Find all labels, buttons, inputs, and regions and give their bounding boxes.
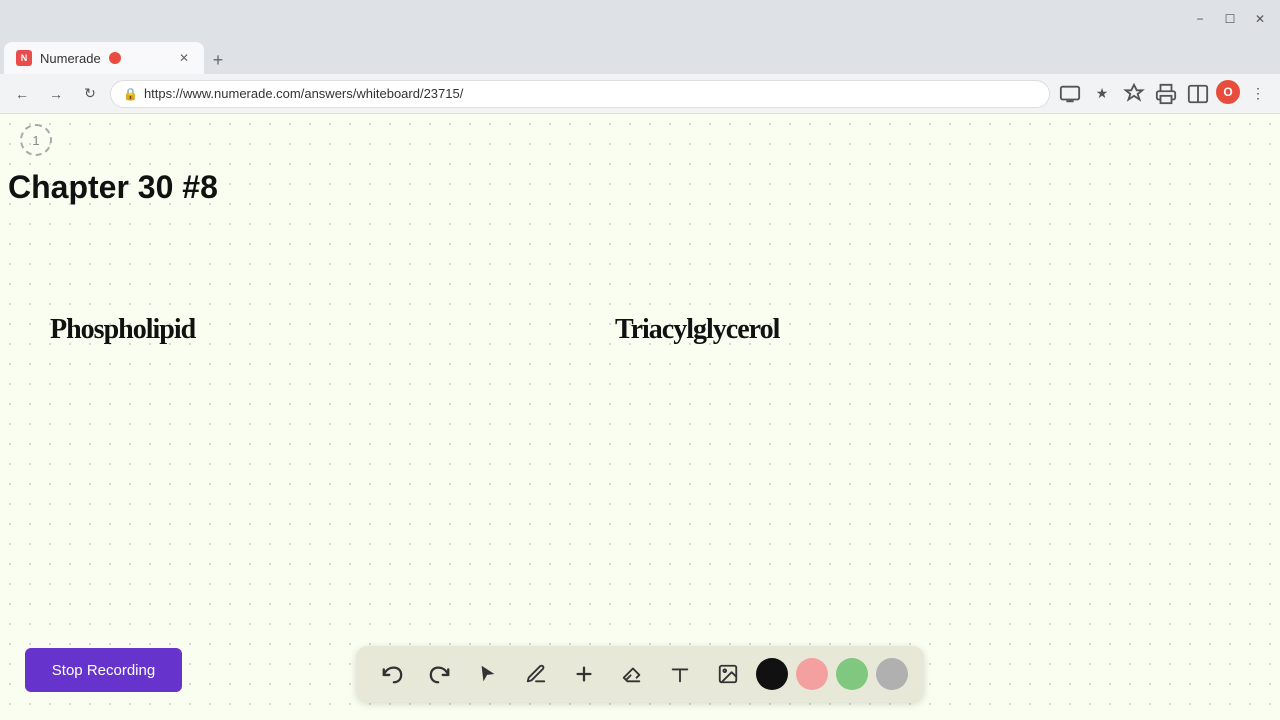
print-button[interactable]: [1152, 80, 1180, 108]
profile-button[interactable]: O: [1216, 80, 1240, 104]
color-pink-button[interactable]: [796, 658, 828, 690]
split-button[interactable]: [1184, 80, 1212, 108]
extension-button[interactable]: [1120, 80, 1148, 108]
add-button[interactable]: [564, 654, 604, 694]
forward-button[interactable]: →: [42, 80, 70, 108]
minimize-button[interactable]: −: [1188, 10, 1212, 28]
refresh-button[interactable]: ↻: [76, 80, 104, 108]
redo-button[interactable]: [420, 654, 460, 694]
nav-bar: ← → ↻ 🔒 https://www.numerade.com/answers…: [0, 74, 1280, 114]
close-button[interactable]: ✕: [1248, 10, 1272, 28]
back-button[interactable]: ←: [8, 80, 36, 108]
recording-indicator: [109, 52, 121, 64]
undo-button[interactable]: [372, 654, 412, 694]
tab-favicon: N: [16, 50, 32, 66]
address-text: https://www.numerade.com/answers/whitebo…: [144, 86, 463, 101]
bookmark-button[interactable]: ★: [1088, 80, 1116, 108]
color-green-button[interactable]: [836, 658, 868, 690]
whiteboard: 1 Chapter 30 #8 Phospholipid Triacylglyc…: [0, 114, 1280, 720]
browser-chrome: − ☐ ✕ N Numerade ✕ + ← → ↻ 🔒 https://www…: [0, 0, 1280, 114]
screen-record-button[interactable]: [1056, 80, 1084, 108]
color-black-button[interactable]: [756, 658, 788, 690]
page-number: 1: [20, 124, 52, 156]
menu-button[interactable]: ⋮: [1244, 80, 1272, 108]
chapter-title: Chapter 30 #8: [8, 169, 218, 206]
text-tool-button[interactable]: [660, 654, 700, 694]
eraser-tool-button[interactable]: [612, 654, 652, 694]
address-bar[interactable]: 🔒 https://www.numerade.com/answers/white…: [110, 80, 1050, 108]
tab-title: Numerade: [40, 51, 101, 66]
select-tool-button[interactable]: [468, 654, 508, 694]
nav-actions: ★ O ⋮: [1056, 80, 1272, 108]
stop-recording-button[interactable]: Stop Recording: [25, 648, 182, 692]
image-tool-button[interactable]: [708, 654, 748, 694]
active-tab[interactable]: N Numerade ✕: [4, 42, 204, 74]
pen-tool-button[interactable]: [516, 654, 556, 694]
phospholipid-label: Phospholipid: [50, 314, 195, 346]
lock-icon: 🔒: [123, 87, 138, 101]
triacylglycerol-label: Triacylglycerol: [615, 314, 779, 346]
maximize-button[interactable]: ☐: [1218, 10, 1242, 28]
toolbar: [356, 646, 924, 702]
title-bar: − ☐ ✕: [0, 0, 1280, 38]
color-gray-button[interactable]: [876, 658, 908, 690]
new-tab-button[interactable]: +: [204, 46, 232, 74]
tab-close-button[interactable]: ✕: [176, 50, 192, 66]
tab-bar: N Numerade ✕ +: [0, 38, 1280, 74]
